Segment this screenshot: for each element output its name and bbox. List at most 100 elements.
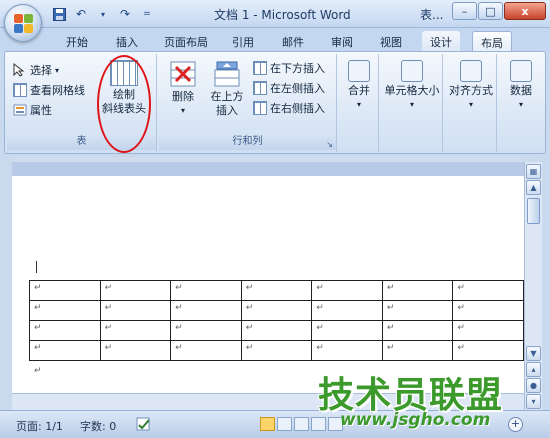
- delete-button[interactable]: 删除 ▾: [165, 60, 201, 118]
- title-bar: ↶ ▾ ↷ = 文档 1 - Microsoft Word 表... – □ x: [0, 0, 550, 28]
- delete-label: 删除: [172, 90, 194, 103]
- insert-left-button[interactable]: 在左侧插入: [253, 80, 325, 96]
- table-cell[interactable]: ↵: [381, 280, 454, 301]
- tab-insert[interactable]: 插入: [108, 31, 146, 52]
- scroll-down-icon[interactable]: ▼: [526, 346, 541, 361]
- print-layout-icon[interactable]: [260, 417, 275, 431]
- dialog-launcher-icon[interactable]: ↘: [326, 140, 333, 149]
- select-button[interactable]: 选择 ▾: [13, 62, 59, 78]
- cell-size-button[interactable]: 单元格大小 ▾: [381, 60, 443, 112]
- table-cell[interactable]: ↵: [452, 280, 524, 301]
- view-gridlines-label: 查看网格线: [30, 84, 85, 97]
- delete-table-icon: [168, 60, 198, 88]
- page-count[interactable]: 页面: 1/1: [16, 418, 63, 434]
- minimize-button[interactable]: –: [452, 2, 477, 20]
- data-group[interactable]: 数据 ▾: [499, 54, 543, 152]
- document-table[interactable]: ↵ ↵ ↵ ↵ ↵ ↵ ↵ ↵ ↵ ↵ ↵ ↵ ↵ ↵ ↵ ↵ ↵ ↵ ↵ ↵ ↵ ↵ ↵ ↵ ↵ ↵ ↵ ↵: [29, 280, 524, 361]
- tab-mailings[interactable]: 邮件: [274, 31, 312, 52]
- table-cell[interactable]: ↵: [311, 320, 383, 341]
- window-title: 文档 1 - Microsoft Word: [214, 8, 351, 22]
- customize-qat-icon[interactable]: =: [138, 5, 156, 23]
- table-cell[interactable]: ↵: [240, 280, 313, 301]
- table-cell[interactable]: ↵: [452, 340, 524, 361]
- insert-left-label: 在左侧插入: [270, 82, 325, 95]
- view-gridlines-button[interactable]: 查看网格线: [13, 82, 85, 98]
- merge-button[interactable]: 合并 ▾: [341, 60, 377, 112]
- alignment-button[interactable]: 对齐方式 ▾: [445, 60, 497, 112]
- cell-size-icon: [401, 60, 423, 82]
- undo-icon[interactable]: ↶: [72, 5, 90, 23]
- cell-size-group[interactable]: 单元格大小 ▾: [381, 54, 443, 152]
- zoom-in-icon[interactable]: +: [508, 417, 523, 432]
- table-cell[interactable]: ↵: [381, 320, 454, 341]
- table-cell[interactable]: ↵: [311, 300, 383, 321]
- tab-review[interactable]: 审阅: [323, 31, 361, 52]
- rows-columns-group-label: 行和列: [159, 134, 336, 150]
- insert-above-label-line1: 在上方: [210, 90, 244, 103]
- ruler-toggle-icon[interactable]: ▦: [526, 164, 541, 179]
- tab-design[interactable]: 设计: [422, 31, 460, 52]
- merge-icon: [348, 60, 370, 82]
- full-screen-reading-icon[interactable]: [277, 417, 292, 431]
- office-logo-icon: [14, 14, 34, 34]
- insert-right-button[interactable]: 在右侧插入: [253, 100, 325, 116]
- watermark-url: www.jsgho.com: [340, 410, 491, 430]
- office-button[interactable]: [4, 4, 42, 42]
- next-page-icon[interactable]: ▾: [526, 394, 541, 409]
- table-cell[interactable]: ↵: [381, 340, 454, 361]
- table-cell[interactable]: ↵: [452, 300, 524, 321]
- table-cell[interactable]: ↵: [170, 320, 242, 341]
- alignment-icon: [460, 60, 482, 82]
- tab-layout[interactable]: 布局: [472, 31, 512, 52]
- table-cell[interactable]: ↵: [170, 280, 242, 301]
- table-cell[interactable]: ↵: [381, 300, 454, 321]
- table-cell[interactable]: ↵: [29, 320, 101, 341]
- table-cell[interactable]: ↵: [240, 340, 313, 361]
- vertical-scrollbar[interactable]: ▦ ▲ ▼ ▴ ● ▾: [524, 162, 542, 410]
- insert-above-icon: [212, 60, 242, 88]
- merge-group[interactable]: 合并 ▾: [339, 54, 379, 152]
- browse-object-icon[interactable]: ●: [526, 378, 541, 393]
- table-cell[interactable]: ↵: [311, 280, 383, 301]
- draw-diagonal-header-button[interactable]: 绘制 斜线表头: [101, 60, 147, 116]
- table-cell[interactable]: ↵: [99, 320, 172, 341]
- scroll-thumb[interactable]: [527, 198, 540, 224]
- table-cell[interactable]: ↵: [240, 300, 313, 321]
- tab-page-layout[interactable]: 页面布局: [156, 31, 216, 52]
- table-cell[interactable]: ↵: [311, 340, 383, 361]
- table-cell[interactable]: ↵: [99, 340, 172, 361]
- web-layout-icon[interactable]: [294, 417, 309, 431]
- alignment-group[interactable]: 对齐方式 ▾: [445, 54, 497, 152]
- previous-page-icon[interactable]: ▴: [526, 362, 541, 377]
- data-icon: [510, 60, 532, 82]
- table-cell[interactable]: ↵: [170, 300, 242, 321]
- tab-home[interactable]: 开始: [58, 31, 96, 52]
- tab-references[interactable]: 引用: [224, 31, 262, 52]
- table-cell[interactable]: ↵: [29, 340, 101, 361]
- cell-size-label: 单元格大小: [384, 84, 440, 97]
- proofing-icon[interactable]: [136, 416, 152, 435]
- word-count[interactable]: 字数: 0: [80, 418, 116, 434]
- quick-access-toolbar: ↶ ▾ ↷ =: [50, 5, 156, 23]
- insert-above-button[interactable]: 在上方 插入: [207, 60, 247, 118]
- close-button[interactable]: x: [504, 2, 546, 20]
- table-cell[interactable]: ↵: [170, 340, 242, 361]
- table-row: ↵ ↵ ↵ ↵ ↵ ↵ ↵: [29, 320, 524, 341]
- table-cell[interactable]: ↵: [29, 280, 101, 301]
- select-label: 选择: [30, 64, 52, 77]
- table-cell[interactable]: ↵: [452, 320, 524, 341]
- table-cell[interactable]: ↵: [240, 320, 313, 341]
- dropdown-icon[interactable]: ▾: [94, 5, 112, 23]
- tab-view[interactable]: 视图: [372, 31, 410, 52]
- insert-left-icon: [253, 81, 267, 95]
- insert-below-button[interactable]: 在下方插入: [253, 60, 325, 76]
- redo-icon[interactable]: ↷: [116, 5, 134, 23]
- restore-button[interactable]: □: [478, 2, 503, 20]
- table-cell[interactable]: ↵: [99, 300, 172, 321]
- table-cell[interactable]: ↵: [99, 280, 172, 301]
- table-cell[interactable]: ↵: [29, 300, 101, 321]
- scroll-up-icon[interactable]: ▲: [526, 180, 541, 195]
- properties-button[interactable]: 属性: [13, 102, 52, 118]
- data-button[interactable]: 数据 ▾: [499, 60, 543, 112]
- save-icon[interactable]: [50, 5, 68, 23]
